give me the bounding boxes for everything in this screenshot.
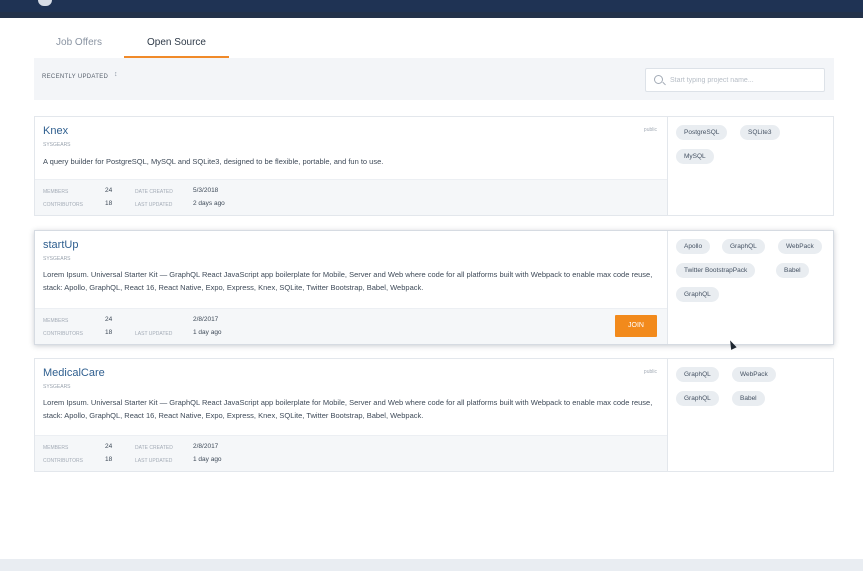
sort-dropdown[interactable]: RECENTLY UPDATED (42, 74, 108, 80)
project-stats: MEMBERS 24 CONTRIBUTORS 18 DATE CREATED … (35, 435, 667, 471)
contributors-label: CONTRIBUTORS (43, 202, 83, 208)
last-updated-label: LAST UPDATED (135, 458, 173, 464)
last-updated-label: LAST UPDATED (135, 202, 173, 208)
tag-chip[interactable]: Babel (776, 263, 809, 278)
date-created-label: DATE CREATED (135, 189, 173, 195)
project-stats: MEMBERS 24 CONTRIBUTORS 18 2/8/2017 LAST… (35, 308, 667, 344)
members-label: MEMBERS (43, 189, 69, 195)
contributors-value: 18 (105, 329, 113, 336)
tag-chip[interactable]: Babel (732, 391, 765, 406)
project-org: SYSGEARS (43, 142, 71, 148)
page-content: Job Offers Open Source RECENTLY UPDATED … (0, 18, 863, 559)
tab-job-offers[interactable]: Job Offers (34, 26, 124, 58)
last-updated-value: 1 day ago (193, 329, 222, 336)
project-card-medicalcare: MedicalCare SYSGEARS public Lorem Ipsum.… (34, 358, 834, 472)
search-input[interactable] (670, 72, 820, 88)
project-title[interactable]: Knex (43, 125, 68, 137)
join-button[interactable]: JOIN (615, 315, 657, 337)
date-created-value: 2/8/2017 (193, 316, 219, 323)
tag-chip[interactable]: GraphQL (676, 367, 719, 382)
logo-icon[interactable] (38, 0, 52, 6)
project-card-main: startUp SYSGEARS Lorem Ipsum. Universal … (35, 231, 667, 344)
project-title[interactable]: startUp (43, 239, 78, 251)
project-card-main: Knex SYSGEARS public A query builder for… (35, 117, 667, 215)
search-box[interactable] (645, 68, 825, 92)
project-card-main: MedicalCare SYSGEARS public Lorem Ipsum.… (35, 359, 667, 471)
tab-open-source[interactable]: Open Source (124, 26, 229, 58)
tag-chip[interactable]: GraphQL (676, 391, 719, 406)
tag-chip[interactable]: GraphQL (676, 287, 719, 302)
project-card-knex: Knex SYSGEARS public A query builder for… (34, 116, 834, 216)
date-created-label: DATE CREATED (135, 445, 173, 451)
project-tags: PostgreSQL SQLite3 MySQL (667, 117, 833, 215)
last-updated-value: 2 days ago (193, 200, 225, 207)
members-value: 24 (105, 316, 113, 323)
sort-caret-icon[interactable]: ↕ (114, 71, 118, 78)
tag-chip[interactable]: MySQL (676, 149, 714, 164)
members-label: MEMBERS (43, 445, 69, 451)
tag-chip[interactable]: WebPack (778, 239, 822, 254)
tag-chip[interactable]: WebPack (732, 367, 776, 382)
bottom-strip (0, 559, 863, 571)
project-org: SYSGEARS (43, 384, 71, 390)
project-stats: MEMBERS 24 CONTRIBUTORS 18 DATE CREATED … (35, 179, 667, 215)
tag-chip[interactable]: GraphQL (722, 239, 765, 254)
project-title[interactable]: MedicalCare (43, 367, 105, 379)
top-nav-bar (0, 0, 863, 12)
project-tags: GraphQL WebPack GraphQL Babel (667, 359, 833, 471)
last-updated-label: LAST UPDATED (135, 331, 173, 337)
contributors-label: CONTRIBUTORS (43, 458, 83, 464)
visibility-label: public (643, 127, 657, 133)
contributors-label: CONTRIBUTORS (43, 331, 83, 337)
filter-bar: RECENTLY UPDATED ↕ (34, 58, 834, 100)
members-label: MEMBERS (43, 318, 69, 324)
tag-chip[interactable]: Twitter BootstrapPack (676, 263, 756, 278)
contributors-value: 18 (105, 456, 113, 463)
tag-chip[interactable]: Apollo (676, 239, 711, 254)
members-value: 24 (105, 443, 113, 450)
contributors-value: 18 (105, 200, 113, 207)
tab-bar: Job Offers Open Source (34, 26, 834, 58)
project-tags: Apollo GraphQL WebPack Twitter Bootstrap… (667, 231, 833, 344)
project-description: Lorem Ipsum. Universal Starter Kit — Gra… (43, 398, 653, 420)
members-value: 24 (105, 187, 113, 194)
search-icon (654, 75, 663, 84)
project-org: SYSGEARS (43, 256, 71, 262)
project-description: A query builder for PostgreSQL, MySQL an… (43, 157, 384, 166)
tag-chip[interactable]: SQLite3 (740, 125, 780, 140)
project-card-startup: startUp SYSGEARS Lorem Ipsum. Universal … (34, 230, 834, 345)
tag-chip[interactable]: PostgreSQL (676, 125, 728, 140)
last-updated-value: 1 day ago (193, 456, 222, 463)
visibility-label: public (643, 369, 657, 375)
date-created-value: 5/3/2018 (193, 187, 219, 194)
project-description: Lorem Ipsum. Universal Starter Kit — Gra… (43, 270, 653, 292)
date-created-value: 2/8/2017 (193, 443, 219, 450)
